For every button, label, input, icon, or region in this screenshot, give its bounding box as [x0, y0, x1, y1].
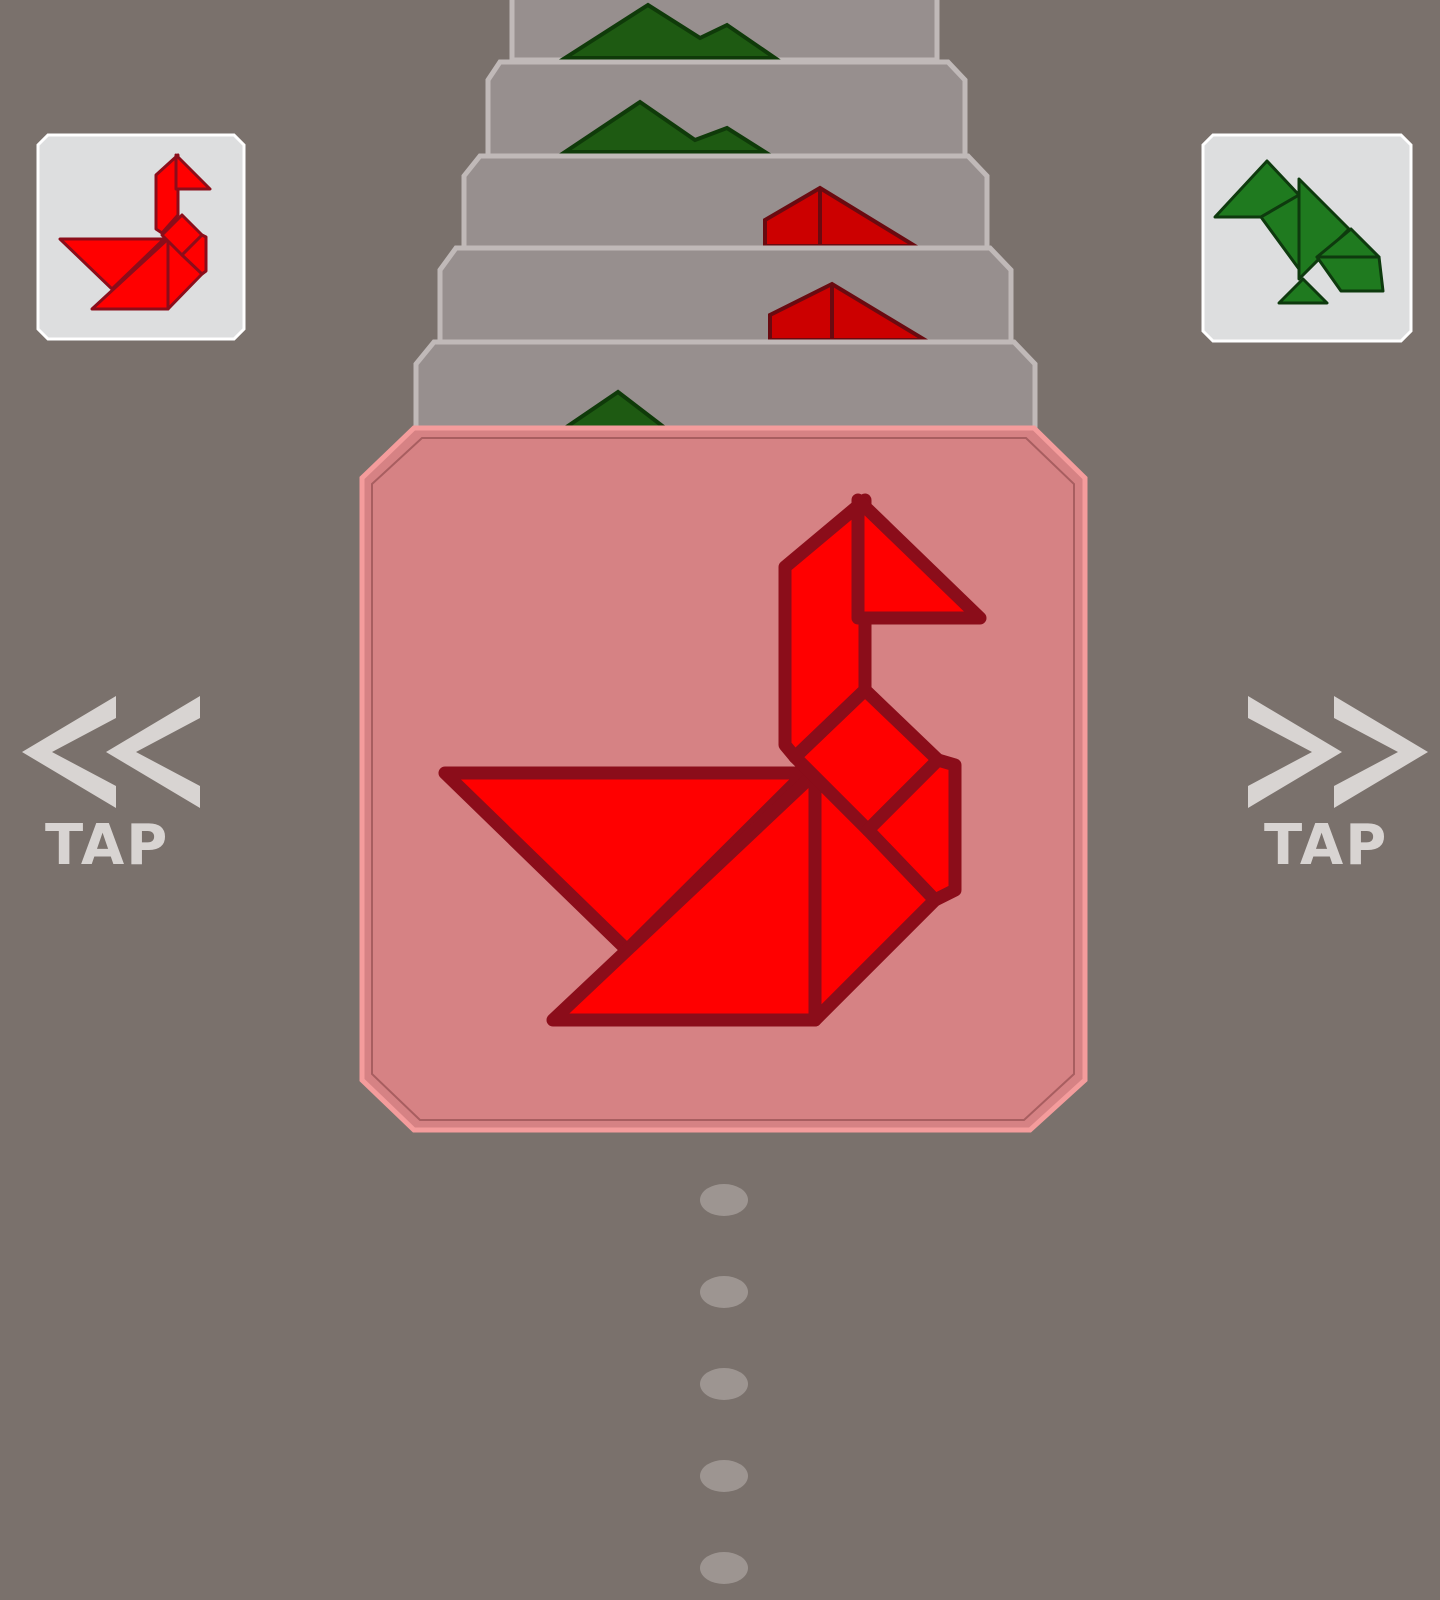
double-chevron-right-icon — [1248, 696, 1428, 808]
double-chevron-left-icon — [22, 696, 200, 808]
pager-dot[interactable] — [700, 1368, 748, 1400]
thumbnail-left[interactable] — [36, 133, 246, 343]
nav-next-button[interactable] — [1246, 696, 1436, 811]
nav-prev-button[interactable] — [20, 696, 210, 811]
pager-dot[interactable] — [700, 1552, 748, 1584]
nav-next-tap-label[interactable]: TAP — [1264, 818, 1388, 874]
pager-dot[interactable] — [700, 1276, 748, 1308]
pager-dot[interactable] — [700, 1460, 748, 1492]
nav-prev-tap-label[interactable]: TAP — [45, 818, 169, 874]
pager-dot[interactable] — [700, 1184, 748, 1216]
game-screen: TAP TAP — [0, 0, 1440, 1600]
thumbnail-right[interactable] — [1201, 133, 1413, 345]
